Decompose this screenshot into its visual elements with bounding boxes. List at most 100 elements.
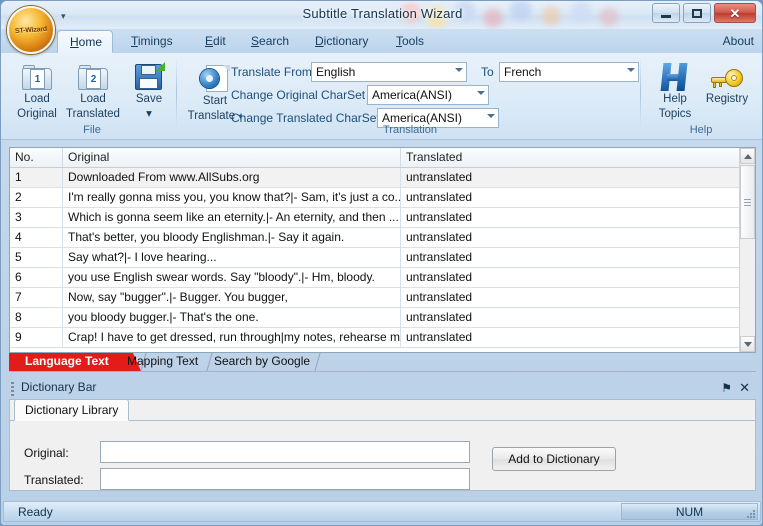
cell-translated: untranslated <box>400 228 741 247</box>
about-link[interactable]: About <box>723 30 754 53</box>
help-topics-button[interactable]: Help Topics <box>647 59 703 120</box>
quick-access-toolbar-caret-icon[interactable]: ▾ <box>61 11 66 22</box>
load-translated-badge: 2 <box>86 69 101 89</box>
load-translated-button[interactable]: 2 Load Translated <box>65 59 121 120</box>
ribbon-group-translation-title: Translation <box>382 124 437 136</box>
original-charset-value: America(ANSI) <box>372 88 453 102</box>
application-menu-button[interactable]: ST-Wizard <box>7 6 55 54</box>
window-title: Subtitle Translation Wizard <box>302 6 463 21</box>
chevron-down-icon <box>627 68 635 72</box>
help-topics-label-line2: Topics <box>658 107 692 120</box>
tab-dictionary-label-rest: ictionary <box>323 34 369 48</box>
pin-icon[interactable]: ⚑ <box>721 381 732 395</box>
translate-to-value: French <box>504 65 542 79</box>
tab-search[interactable]: Search <box>239 30 301 53</box>
column-header-original[interactable]: Original <box>62 148 400 167</box>
dictionary-panel: Dictionary Library Original: Translated:… <box>9 399 756 491</box>
table-row[interactable]: 3 Which is gonna seem like an eternity.|-… <box>10 208 741 228</box>
key-icon <box>699 59 755 91</box>
add-to-dictionary-button[interactable]: Add to Dictionary <box>492 447 616 471</box>
save-dropdown-caret-icon[interactable]: ▾ <box>121 108 177 121</box>
translate-to-label: To <box>481 65 494 79</box>
translated-input[interactable] <box>100 468 470 490</box>
cell-no: 9 <box>15 330 22 344</box>
minimize-button[interactable] <box>652 3 680 23</box>
cell-no: 5 <box>15 250 22 264</box>
table-row[interactable]: 6 you use English swear words. Say "blood… <box>10 268 741 288</box>
scroll-up-button[interactable] <box>740 148 755 164</box>
original-input[interactable] <box>100 441 470 463</box>
column-header-translated[interactable]: Translated <box>400 148 741 167</box>
tab-home-label-rest: ome <box>78 35 103 49</box>
cell-translated: untranslated <box>400 328 741 347</box>
load-original-button[interactable]: 1 Load Original <box>9 59 65 120</box>
cell-translated: untranslated <box>400 308 741 327</box>
scroll-down-button[interactable] <box>740 336 755 352</box>
tab-home[interactable]: Home <box>57 30 113 53</box>
tab-edit[interactable]: Edit <box>193 30 238 53</box>
tab-strip-divider <box>9 371 756 372</box>
tab-timings[interactable]: Timings <box>119 30 185 53</box>
dock-grip-icon[interactable] <box>11 382 14 396</box>
cell-original: I'm really gonna miss you, you know that… <box>62 188 400 207</box>
close-button[interactable]: ✕ <box>714 3 756 23</box>
dictionary-bar-title: Dictionary Bar <box>21 380 97 394</box>
table-row[interactable]: 7 Now, say "bugger".|- Bugger. You bugger… <box>10 288 741 308</box>
save-floppy-icon <box>121 59 177 91</box>
ribbon-group-help-title: Help <box>689 124 713 136</box>
cell-original: you use English swear words. Say "bloody… <box>62 268 400 287</box>
chevron-down-icon <box>455 68 463 72</box>
tab-dictionary-library[interactable]: Dictionary Library <box>14 399 130 421</box>
translate-to-select[interactable]: French <box>499 62 639 82</box>
scrollbar-thumb[interactable] <box>740 165 755 239</box>
group-separator <box>176 58 177 128</box>
table-row[interactable]: 4 That's better, you bloody Englishman.|-… <box>10 228 741 248</box>
application-orb-label: ST-Wizard <box>14 25 48 35</box>
original-charset-select[interactable]: America(ANSI) <box>367 85 489 105</box>
tab-tools[interactable]: Tools <box>384 30 436 53</box>
load-original-label-line1: Load <box>24 93 50 105</box>
table-row[interactable]: 5 Say what?|- I love hearing... untranslat… <box>10 248 741 268</box>
cell-no: 1 <box>15 170 22 184</box>
cell-original: Crap! I have to get dressed, run through… <box>62 328 400 347</box>
application-window: Subtitle Translation Wizard ✕ ST-Wizard … <box>0 0 763 526</box>
subtitle-grid[interactable]: No. Original Translated 1 Downloaded From… <box>9 147 756 353</box>
folder-1-icon: 1 <box>9 59 65 91</box>
resize-grip-icon[interactable] <box>746 509 756 519</box>
tab-mapping-text[interactable]: Mapping Text <box>127 353 198 371</box>
table-row[interactable]: 1 Downloaded From www.AllSubs.org untransl… <box>10 168 741 188</box>
cell-no: 6 <box>15 270 22 284</box>
save-label: Save <box>135 93 163 105</box>
grid-vertical-scrollbar[interactable] <box>739 148 755 352</box>
help-h-icon <box>647 59 703 91</box>
chevron-up-icon <box>743 153 752 159</box>
cell-translated: untranslated <box>400 248 741 267</box>
cell-original: Now, say "bugger".|- Bugger. You bugger, <box>62 288 400 307</box>
tab-dictionary[interactable]: Dictionary <box>303 30 380 53</box>
ribbon-tab-strip: Home Timings Edit Search Dictionary Tool… <box>1 29 762 54</box>
scrollbar-grip-icon <box>744 198 751 206</box>
translate-from-select[interactable]: English <box>311 62 467 82</box>
tab-search-by-google[interactable]: Search by Google <box>214 353 310 371</box>
load-translated-label-line1: Load <box>80 93 106 105</box>
cell-translated: untranslated <box>400 168 741 187</box>
ribbon-group-help: Help Topics Registry Help <box>643 55 759 137</box>
table-row[interactable]: 9 Crap! I have to get dressed, run throug… <box>10 328 741 348</box>
load-translated-label-line2: Translated <box>66 107 120 120</box>
dictionary-bar-header: Dictionary Bar ⚑ ✕ <box>9 377 756 401</box>
load-original-label-line2: Original <box>17 107 57 120</box>
cell-no: 7 <box>15 290 22 304</box>
column-header-no[interactable]: No. <box>10 148 62 167</box>
table-row[interactable]: 2 I'm really gonna miss you, you know tha… <box>10 188 741 208</box>
maximize-icon <box>692 8 702 18</box>
tab-language-text[interactable]: Language Text <box>25 353 109 371</box>
cell-translated: untranslated <box>400 188 741 207</box>
maximize-button[interactable] <box>683 3 711 23</box>
status-message: Ready <box>18 505 53 519</box>
table-row[interactable]: 8 you bloody bugger.|- That's the one. unt… <box>10 308 741 328</box>
registry-button[interactable]: Registry <box>699 59 755 106</box>
close-icon[interactable]: ✕ <box>739 380 750 396</box>
translated-field-label: Translated: <box>24 473 84 487</box>
save-button[interactable]: Save ▾ <box>121 59 177 120</box>
grid-header-row: No. Original Translated <box>10 148 755 168</box>
